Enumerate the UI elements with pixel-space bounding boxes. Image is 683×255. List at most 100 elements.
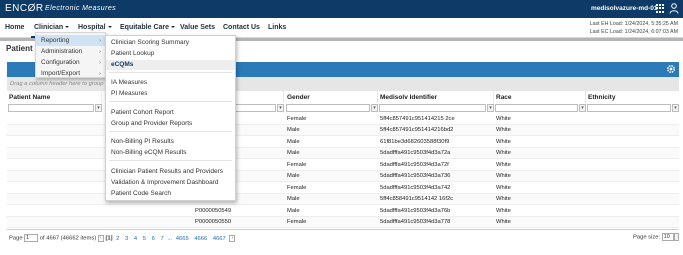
page-link[interactable]: 4665 <box>176 236 189 242</box>
submenu-item-ia-measures[interactable]: IA Measures <box>106 78 235 88</box>
table-row[interactable]: P0000050549 Male 5dadfffa491c9503f4d3a76… <box>7 206 679 217</box>
nav-hospital-label: Hospital <box>78 24 106 31</box>
cell-medisolv-identifier: 5ff4c858491c9514142 16f2c <box>380 196 454 202</box>
page-size-label: Page size: <box>633 234 661 241</box>
cell-medisolv-identifier: 5ff4c857491c951414215 2ce <box>380 116 455 122</box>
menu-item-label: Configuration <box>41 59 80 66</box>
menu-item-configuration[interactable]: Configuration › <box>36 57 105 68</box>
prev-page-icon[interactable]: ‹ <box>97 234 104 242</box>
menu-divider <box>109 131 232 132</box>
nav-links[interactable]: Links <box>268 24 286 31</box>
cell-patient-name <box>7 194 102 205</box>
page-link[interactable]: 5 <box>143 236 146 242</box>
table-row[interactable]: P0000050550 Female 5dadfffa491c9503f4d3a… <box>7 217 679 228</box>
cell-patient-name <box>7 171 102 182</box>
brand-logo[interactable]: ENCØR <box>5 3 44 14</box>
submenu-item-ecqms[interactable]: eCQMs <box>106 60 235 70</box>
cell-medisolv-identifier: 5dadfffa491c9503f4d3a742 <box>380 185 451 191</box>
cell-identifier: P0000050550 <box>195 219 232 225</box>
grid-bottom-border <box>7 229 679 230</box>
cell-ethnicity <box>586 114 679 125</box>
nav-hospital[interactable]: Hospital <box>78 24 112 31</box>
page-label: Page <box>9 235 23 242</box>
filter-gender-input[interactable] <box>286 104 370 112</box>
cell-gender: Female <box>287 116 307 122</box>
cell-medisolv-identifier: 5dadfffa491c9503f4d3a778 <box>380 219 451 225</box>
filter-options-icon[interactable]: ▾ <box>371 104 378 112</box>
cell-race: White <box>496 219 511 225</box>
menu-item-administration[interactable]: Administration › <box>36 46 105 57</box>
filter-patient-name-input[interactable] <box>8 104 94 112</box>
next-page-icon[interactable]: › <box>229 234 236 242</box>
page-size-dropdown-icon[interactable] <box>673 233 679 241</box>
filter-options-icon[interactable]: ▾ <box>487 104 494 112</box>
submenu-item-clinician-scoring-summary[interactable]: Clinician Scoring Summary <box>106 38 235 48</box>
cell-gender: Male <box>287 173 300 179</box>
cell-race: White <box>496 162 511 168</box>
apps-grid-icon[interactable] <box>656 4 665 13</box>
nav-home[interactable]: Home <box>5 24 24 31</box>
page-link[interactable]: 3 <box>125 236 128 242</box>
page-size-input[interactable]: 10 <box>661 233 674 241</box>
submenu-item-non-billing-pi-results[interactable]: Non-Billing PI Results <box>106 137 235 147</box>
cell-ethnicity <box>586 206 679 217</box>
submenu-item-patient-lookup[interactable]: Patient Lookup <box>106 49 235 59</box>
cell-patient-name <box>7 183 102 194</box>
page-link[interactable]: 7 <box>160 236 163 242</box>
nav-value-sets[interactable]: Value Sets <box>180 24 215 31</box>
page-link[interactable]: 4 <box>134 236 137 242</box>
eh-load-text: Last EH Load: 1/24/2024, 5:35:25 AM <box>589 21 678 27</box>
chevron-right-icon: › <box>99 71 101 77</box>
column-header-race[interactable]: Race <box>494 91 586 103</box>
filter-options-icon[interactable]: ▾ <box>277 104 284 112</box>
column-header-patient-name[interactable]: Patient Name <box>7 91 102 103</box>
submenu-item-pi-measures[interactable]: PI Measures <box>106 89 235 99</box>
filter-medisolv-identifier-input[interactable] <box>379 104 486 112</box>
cell-ethnicity <box>586 160 679 171</box>
column-header-ethnicity[interactable]: Ethnicity <box>586 91 679 103</box>
cell-medisolv-identifier: 5dadfffa491c9503f4d3a72a <box>380 150 451 156</box>
clinician-menu: Reporting › Administration › Configurati… <box>35 32 106 78</box>
page-link[interactable]: 4666 <box>194 236 207 242</box>
nav-clinician[interactable]: Clinician <box>34 24 70 31</box>
cell-gender: Male <box>287 139 300 145</box>
page-link[interactable]: 2 <box>116 236 119 242</box>
cell-ethnicity <box>586 194 679 205</box>
page-count-text: of 4667 (46662 items) <box>39 235 97 242</box>
column-header-medisolv-identifier[interactable]: Medisolv Identifier <box>378 91 494 103</box>
column-header-gender[interactable]: Gender <box>285 91 378 103</box>
submenu-item-patient-cohort-report[interactable]: Patient Cohort Report <box>106 108 235 118</box>
submenu-item-validation-dashboard[interactable]: Validation & Improvement Dashboard <box>106 178 235 188</box>
cell-patient-name <box>7 148 102 159</box>
page-number-input[interactable]: 1 <box>24 234 39 242</box>
page-link[interactable]: 6 <box>152 236 155 242</box>
menu-item-import-export[interactable]: Import/Export › <box>36 68 105 79</box>
nav-equitable-care[interactable]: Equitable Care <box>120 24 176 31</box>
cell-race: White <box>496 173 511 179</box>
nav-contact-us[interactable]: Contact Us <box>223 24 260 31</box>
cell-ethnicity <box>586 137 679 148</box>
user-icon[interactable] <box>669 3 679 14</box>
gear-icon[interactable] <box>666 64 676 74</box>
submenu-item-clinician-patient-results[interactable]: Clinician Patient Results and Providers <box>106 167 235 177</box>
ec-load-text: Last EC Load: 1/24/2024, 6:07:03 AM <box>589 29 678 35</box>
filter-race-input[interactable] <box>495 104 578 112</box>
submenu-item-non-billing-ecqm-results[interactable]: Non-Billing eCQM Results <box>106 148 235 158</box>
cell-ethnicity <box>586 183 679 194</box>
page-link[interactable]: 4667 <box>213 236 226 242</box>
pager: Page 1 of 4667 (46662 items) ‹ [1] 2 3 4… <box>9 234 236 242</box>
filter-options-icon[interactable]: ▾ <box>672 104 679 112</box>
submenu-item-patient-code-search[interactable]: Patient Code Search <box>106 189 235 199</box>
menu-divider <box>109 72 232 73</box>
filter-options-icon[interactable]: ▾ <box>95 104 102 112</box>
user-name[interactable]: medisolvazure-md-01 <box>591 5 657 12</box>
menu-item-reporting[interactable]: Reporting › <box>36 35 105 46</box>
cell-patient-name <box>7 125 102 136</box>
cell-gender: Female <box>287 185 307 191</box>
load-info: Last EH Load: 1/24/2024, 5:35:25 AM Last… <box>590 20 678 36</box>
filter-ethnicity-input[interactable] <box>587 104 671 112</box>
chevron-down-icon <box>65 26 70 29</box>
submenu-item-group-provider-reports[interactable]: Group and Provider Reports <box>106 119 235 129</box>
filter-options-icon[interactable]: ▾ <box>579 104 586 112</box>
page-size: Page size: 10 <box>633 233 679 241</box>
